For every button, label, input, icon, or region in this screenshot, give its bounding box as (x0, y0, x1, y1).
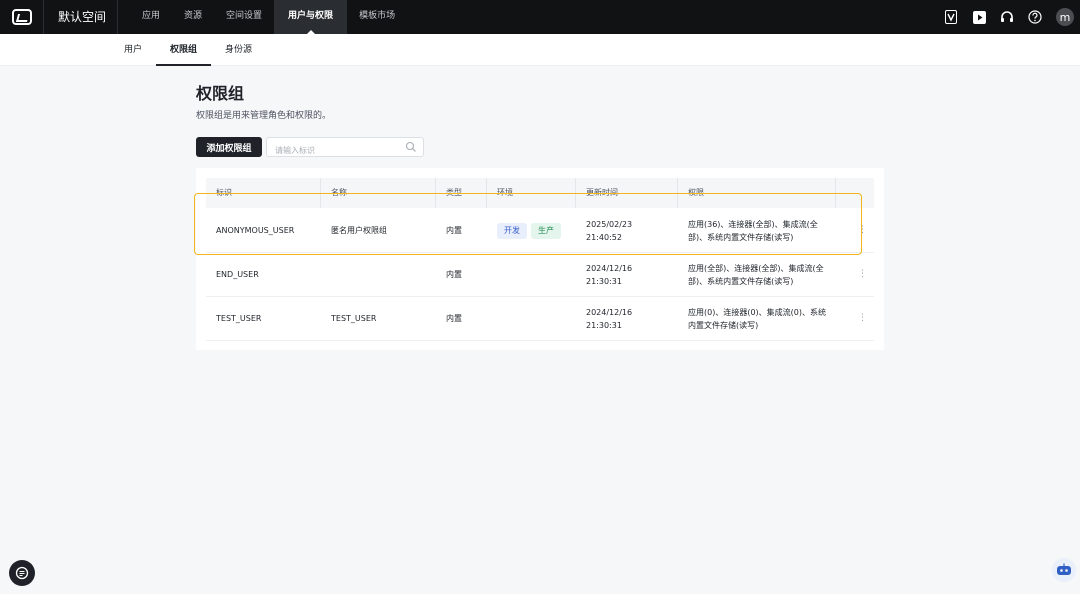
tab-identity-sources[interactable]: 身份源 (211, 34, 266, 66)
search-icon[interactable] (405, 141, 417, 153)
table-row[interactable]: TEST_USER TEST_USER 内置 2024/12/16 21:30:… (206, 297, 874, 341)
cell-time: 21:30:31 (586, 276, 622, 286)
help-icon[interactable] (1026, 8, 1044, 26)
header-permissions: 权限 (678, 178, 836, 208)
cell-permissions: 应用(36)、连接器(全部)、集成流(全 部)、系统内置文件存储(读写) (678, 218, 836, 244)
chat-icon[interactable] (9, 560, 35, 586)
workspace-name[interactable]: 默认空间 (44, 0, 118, 34)
bot-icon[interactable] (1052, 558, 1076, 582)
more-icon[interactable]: ⋮ (836, 268, 874, 281)
cell-permissions-line: 应用(36)、连接器(全部)、集成流(全 (688, 219, 818, 229)
more-icon[interactable]: ⋮ (836, 224, 874, 237)
tab-permission-groups[interactable]: 权限组 (156, 34, 212, 66)
page-title: 权限组 (196, 84, 245, 103)
cell-updated-at: 2024/12/16 21:30:31 (576, 262, 678, 288)
cell-permissions-line: 部)、系统内置文件存储(读写) (688, 276, 794, 286)
env-tag-prod: 生产 (531, 222, 561, 239)
sub-tab-bar: 用户 权限组 身份源 (0, 34, 1080, 66)
table-row[interactable]: ANONYMOUS_USER 匿名用户权限组 内置 开发 生产 2025/02/2… (206, 209, 874, 253)
header-updated-at: 更新时间 (576, 178, 678, 208)
nav-item-template-market[interactable]: 模板市场 (347, 0, 407, 34)
table-row[interactable]: END_USER 内置 2024/12/16 21:30:31 应用(全部)、连… (206, 253, 874, 297)
cell-type: 内置 (446, 314, 462, 323)
search-box (266, 137, 424, 160)
avatar[interactable]: m (1056, 8, 1074, 26)
cell-environment: 开发 生产 (487, 222, 576, 239)
nav-item-resources[interactable]: 资源 (172, 0, 214, 34)
cell-id: TEST_USER (216, 314, 262, 323)
cell-permissions: 应用(全部)、连接器(全部)、集成流(全 部)、系统内置文件存储(读写) (678, 262, 836, 288)
add-permission-group-button[interactable]: 添加权限组 (196, 137, 262, 157)
cell-permissions-line: 应用(0)、连接器(0)、集成流(0)、系统 (688, 307, 826, 317)
cell-permissions-line: 部)、系统内置文件存储(读写) (688, 232, 794, 242)
headset-icon[interactable] (998, 8, 1016, 26)
cell-name: TEST_USER (331, 314, 377, 323)
header-type: 类型 (436, 178, 487, 208)
header-environment: 环境 (487, 178, 576, 208)
top-icons: m (942, 0, 1080, 34)
cell-time: 21:40:52 (586, 232, 622, 242)
cell-date: 2024/12/16 (586, 263, 633, 273)
top-bar: 默认空间 应用 资源 空间设置 用户与权限 模板市场 m (0, 0, 1080, 34)
cell-id: ANONYMOUS_USER (216, 226, 295, 235)
env-tag-dev: 开发 (497, 222, 527, 239)
header-actions (836, 178, 874, 208)
page-description: 权限组是用来管理角色和权限的。 (196, 111, 332, 121)
nav-item-apps[interactable]: 应用 (130, 0, 172, 34)
tab-users[interactable]: 用户 (110, 34, 156, 66)
nav-item-space-settings[interactable]: 空间设置 (214, 0, 274, 34)
cell-updated-at: 2025/02/23 21:40:52 (576, 218, 678, 244)
cell-id: END_USER (216, 270, 259, 279)
permission-group-table: 标识 名称 类型 环境 更新时间 权限 ANONYMOUS_USER 匿名用户权… (196, 168, 884, 350)
cell-type: 内置 (446, 270, 462, 279)
cell-updated-at: 2024/12/16 21:30:31 (576, 306, 678, 332)
cell-permissions: 应用(0)、连接器(0)、集成流(0)、系统 内置文件存储(读写) (678, 306, 836, 332)
cell-date: 2025/02/23 (586, 219, 633, 229)
search-input[interactable] (267, 141, 397, 160)
cell-permissions-line: 内置文件存储(读写) (688, 320, 759, 330)
more-icon[interactable]: ⋮ (836, 312, 874, 325)
cell-time: 21:30:31 (586, 320, 622, 330)
logo-icon[interactable] (0, 0, 44, 34)
nav-item-users-permissions[interactable]: 用户与权限 (274, 0, 348, 34)
cell-name: 匿名用户权限组 (331, 226, 387, 235)
header-name: 名称 (321, 178, 436, 208)
cell-permissions-line: 应用(全部)、连接器(全部)、集成流(全 (688, 263, 824, 273)
vip-icon[interactable] (942, 8, 960, 26)
table-header: 标识 名称 类型 环境 更新时间 权限 (206, 178, 874, 208)
video-icon[interactable] (970, 8, 988, 26)
cell-type: 内置 (446, 226, 462, 235)
main-nav: 应用 资源 空间设置 用户与权限 模板市场 (130, 0, 407, 34)
cell-date: 2024/12/16 (586, 307, 633, 317)
header-id: 标识 (206, 178, 321, 208)
